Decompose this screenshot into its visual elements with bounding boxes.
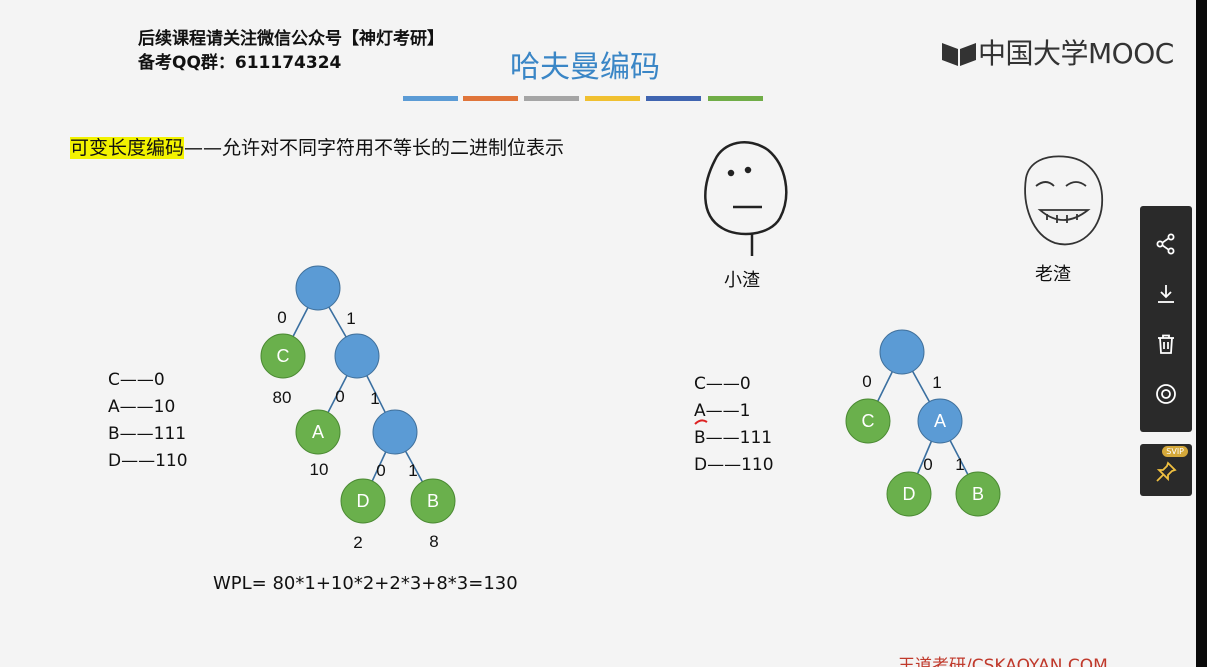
left-edge-1-mid: 1 [370, 389, 379, 408]
svip-badge: SVIP [1162, 446, 1188, 457]
right-edge-0-a: 0 [923, 455, 932, 474]
right-node-b-label: B [972, 484, 984, 504]
side-toolbar [1140, 206, 1192, 432]
right-edge-0-root: 0 [862, 372, 871, 391]
right-code-c: C——0 [694, 374, 751, 394]
right-node-c-label: C [862, 411, 875, 431]
wpl-formula: WPL= 80*1+10*2+2*3+8*3=130 [213, 573, 518, 594]
pin-button[interactable]: SVIP [1140, 444, 1192, 496]
right-code-d: D——110 [694, 455, 774, 475]
delete-icon [1158, 334, 1174, 354]
right-edge-1-a: 1 [955, 455, 964, 474]
download-button[interactable] [1140, 269, 1192, 319]
delete-button[interactable] [1140, 319, 1192, 369]
share-button[interactable] [1140, 219, 1192, 269]
view-icon [1156, 384, 1176, 404]
window-edge [1196, 0, 1207, 667]
left-edge-0-root: 0 [277, 308, 286, 327]
left-node-c-label: C [277, 346, 290, 366]
slide: 后续课程请关注微信公众号【神灯考研】 备考QQ群：611174324 哈夫曼编码… [0, 0, 1196, 667]
left-node-a-label: A [312, 422, 324, 442]
left-edge-0-low: 0 [376, 461, 385, 480]
left-tree-internal-2 [372, 409, 418, 455]
pin-icon [1156, 461, 1177, 482]
face-left-label: 小渣 [724, 270, 760, 291]
right-code-a: A——1 [694, 401, 751, 421]
left-edge-1-root: 1 [346, 309, 355, 328]
right-edge-1-root: 1 [932, 373, 941, 392]
right-node-d-label: D [903, 484, 916, 504]
left-weight-a: 10 [310, 460, 329, 479]
left-tree-root [295, 265, 341, 311]
share-icon [1156, 233, 1175, 255]
right-code-b: B——111 [694, 428, 773, 448]
left-node-b-label: B [427, 491, 439, 511]
right-node-a-label: A [934, 411, 946, 431]
left-weight-d: 2 [353, 533, 362, 552]
left-node-d-label: D [357, 491, 370, 511]
download-icon [1158, 285, 1174, 303]
left-edge-0-mid: 0 [335, 387, 344, 406]
right-tree-root [879, 329, 925, 375]
left-tree-internal-1 [334, 333, 380, 379]
face-right-label: 老渣 [1035, 264, 1071, 285]
footer-watermark: 王道考研/CSKAOYAN.COM [898, 656, 1108, 667]
left-weight-c: 80 [273, 388, 292, 407]
left-edge-1-low: 1 [408, 461, 417, 480]
view-button[interactable] [1140, 369, 1192, 419]
face-left-icon [704, 141, 788, 256]
left-weight-b: 8 [429, 532, 438, 551]
face-right-icon [1024, 155, 1103, 246]
left-huffman-tree: C A D B 0 1 0 1 0 1 80 10 2 8 C A D B 0 … [260, 141, 1103, 552]
